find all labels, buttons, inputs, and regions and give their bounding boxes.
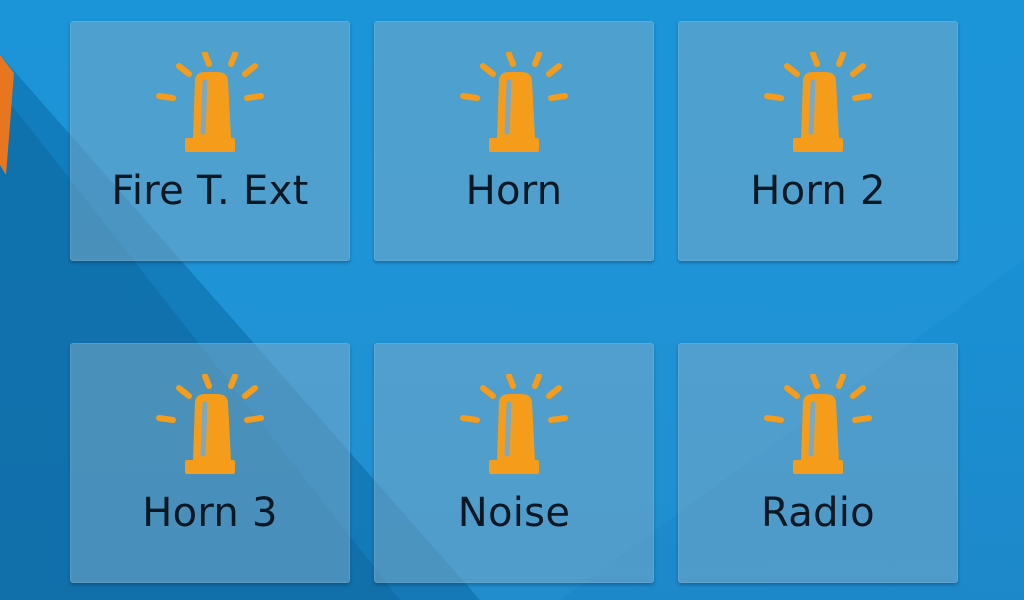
siren-icon [156, 374, 264, 474]
sound-button-label: Horn 2 [750, 168, 886, 214]
sound-button-radio[interactable]: Radio [678, 343, 958, 583]
sound-button-label: Horn 3 [142, 490, 278, 536]
siren-icon [764, 374, 872, 474]
siren-icon [764, 52, 872, 152]
sound-button-horn-2[interactable]: Horn 2 [678, 21, 958, 261]
sound-button-label: Fire T. Ext [111, 168, 309, 214]
sound-button-horn-3[interactable]: Horn 3 [70, 343, 350, 583]
siren-icon [460, 52, 568, 152]
sound-button-horn[interactable]: Horn [374, 21, 654, 261]
sound-button-label: Horn [465, 168, 563, 214]
siren-icon [156, 52, 264, 152]
sound-button-fire-t-ext[interactable]: Fire T. Ext [70, 21, 350, 261]
sound-button-label: Radio [761, 490, 875, 536]
sound-button-noise[interactable]: Noise [374, 343, 654, 583]
sound-button-label: Noise [457, 490, 571, 536]
siren-icon [460, 374, 568, 474]
sound-button-grid: Fire T. Ext Horn Horn 2 Horn 3 Noise Rad… [0, 0, 1024, 600]
